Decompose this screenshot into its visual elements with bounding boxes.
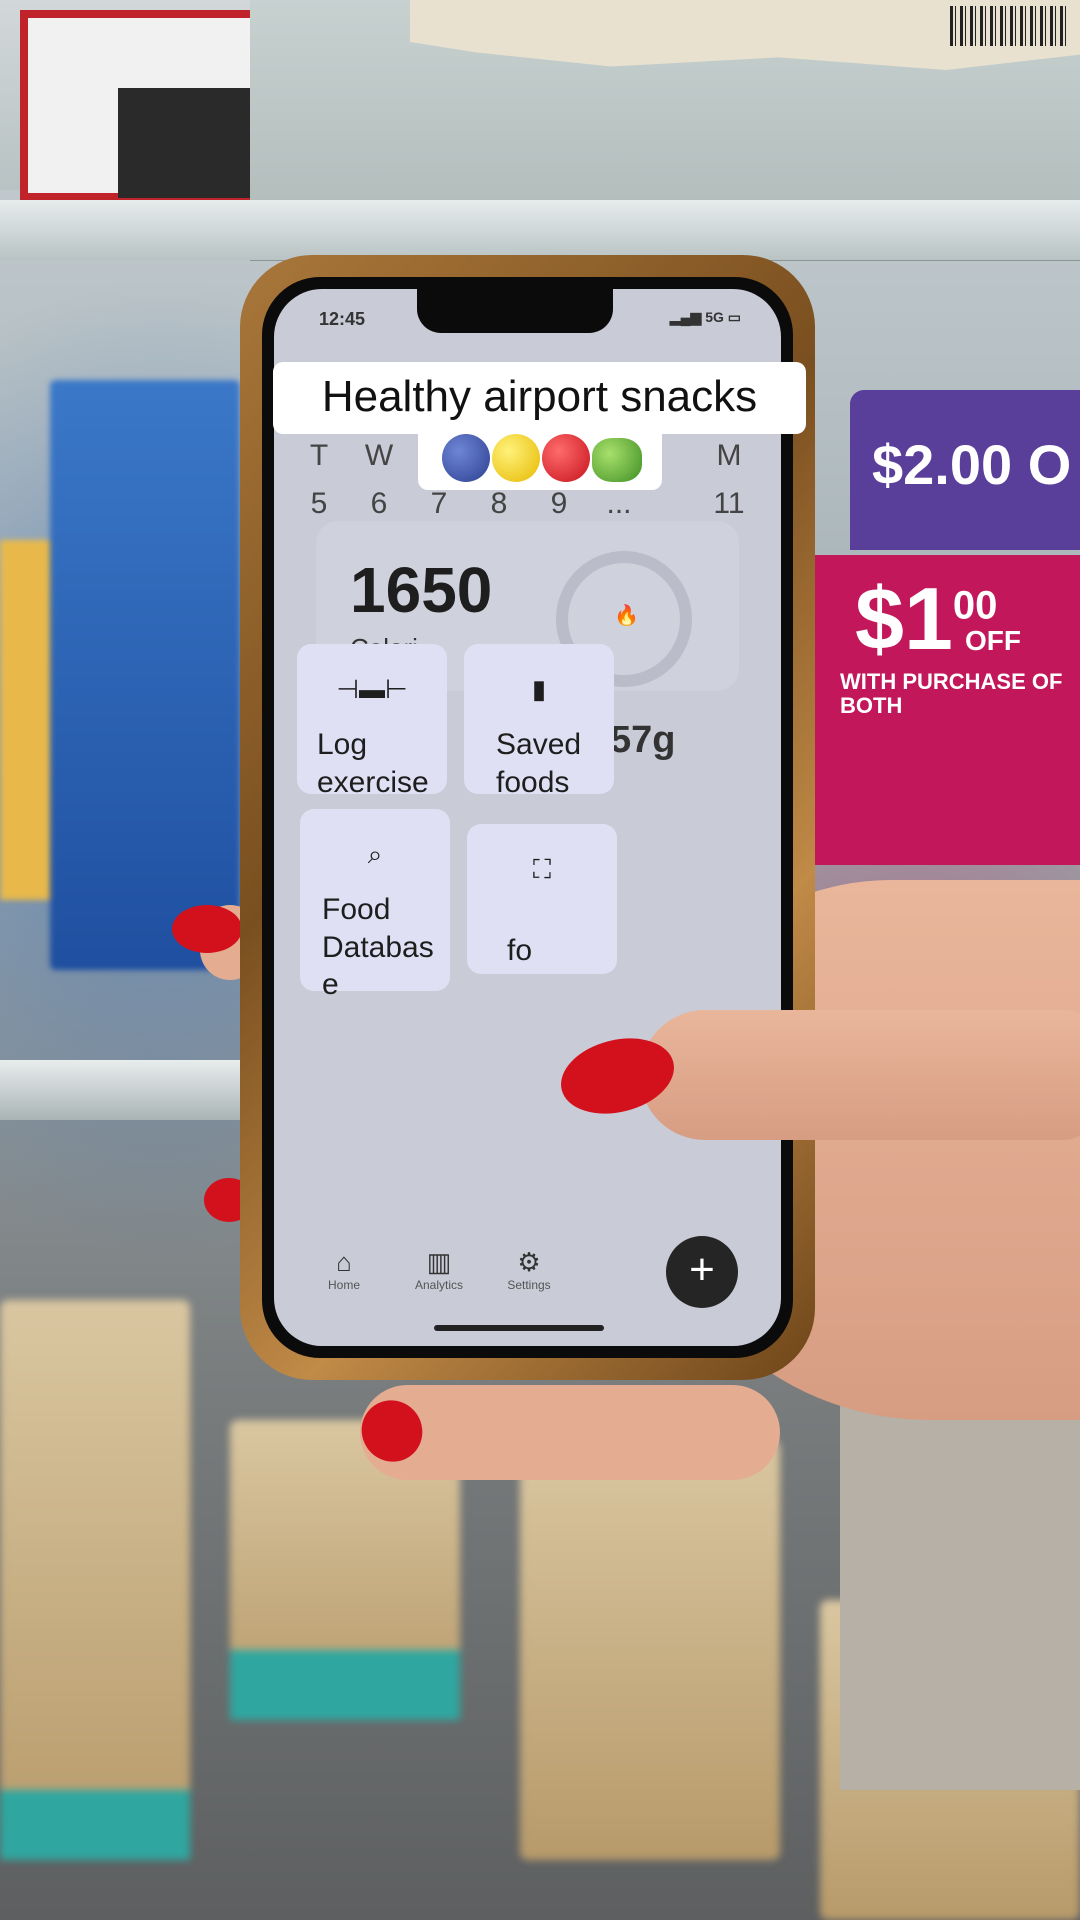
scan-food-label: fo: [507, 934, 533, 967]
gear-icon: ⚙: [517, 1247, 541, 1277]
caption-box: Healthy airport snacks: [273, 362, 806, 434]
food-database-label: Food Databas e: [322, 893, 434, 1001]
price-sign-red-off: OFF: [965, 625, 1021, 656]
snack-box-band: [230, 1650, 460, 1720]
date-6[interactable]: 6: [354, 487, 404, 521]
nail: [172, 905, 242, 953]
chart-icon: ▥: [426, 1247, 452, 1277]
scan-icon: ⛶: [532, 854, 552, 884]
status-network: ▂▄▆ 5G ▭: [670, 309, 741, 326]
caption-title: Healthy airport snacks: [321, 372, 758, 421]
thumb: [640, 1010, 1080, 1140]
dumbbell-icon: ⊣▬⊢: [336, 674, 408, 704]
signal-icon: ▂▄▆: [669, 309, 706, 325]
date-11[interactable]: 11: [704, 487, 754, 521]
blueberries-emoji: [442, 434, 490, 482]
jack-link-label: [118, 88, 268, 198]
status-time: 12:45: [319, 309, 366, 329]
weekday-label: T: [309, 439, 329, 472]
phone-notch: [417, 289, 613, 333]
shelf-box-left: [0, 0, 268, 201]
date-8[interactable]: 8: [474, 487, 524, 521]
tab-settings-label: Settings: [507, 1278, 551, 1292]
finger-bottom: [360, 1385, 780, 1480]
cucumber-emoji: [592, 438, 642, 482]
shelf-edge-top: [0, 200, 1080, 260]
tab-home[interactable]: ⌂ Home: [299, 1247, 389, 1292]
date-7[interactable]: 7: [414, 487, 464, 521]
barcode-image: [950, 6, 1070, 46]
fat-value: 57g: [610, 719, 676, 761]
weekday-label: W: [364, 439, 394, 472]
snack-box: [0, 1300, 190, 1860]
snack-package-blue: [50, 380, 240, 970]
caption-emoji-row: [418, 428, 662, 490]
date-5[interactable]: 5: [294, 487, 344, 521]
search-icon: ⌕: [367, 839, 383, 869]
price-sign-purple: $2.00 O: [850, 390, 1080, 550]
date-10[interactable]: ...: [594, 487, 644, 521]
home-indicator[interactable]: [434, 1325, 604, 1331]
saved-foods-button[interactable]: ▮ Saved foods: [464, 644, 614, 799]
tab-analytics[interactable]: ▥ Analytics: [394, 1247, 484, 1292]
tab-analytics-label: Analytics: [414, 1278, 464, 1292]
date-9[interactable]: 9: [534, 487, 584, 521]
flame-icon: 🔥: [614, 605, 639, 627]
food-database-button[interactable]: ⌕ Food Databas e: [300, 809, 450, 1001]
scan-food-button[interactable]: ⛶ fo: [467, 824, 617, 974]
price-cents: 00: [952, 583, 998, 628]
add-button[interactable]: +: [666, 1236, 738, 1308]
tab-settings[interactable]: ⚙ Settings: [484, 1247, 574, 1292]
price-sign-red-sub: WITH PURCHASE OF BOTH: [840, 669, 1063, 719]
weekday-label: M: [716, 439, 742, 472]
saved-foods-label: Saved foods: [496, 728, 582, 799]
calorie-value: 1650: [350, 554, 493, 626]
price-sign-purple-text: $2.00 O: [872, 433, 1072, 496]
strawberry-emoji: [542, 434, 590, 482]
log-exercise-label: Log exercise: [317, 728, 429, 799]
tab-home-label: Home: [327, 1278, 360, 1292]
camera-scene: $2.00 O $100 OFF WITH PURCHASE OF BOTH 1…: [0, 0, 1080, 1920]
price-sign-red: $100 OFF WITH PURCHASE OF BOTH: [815, 555, 1080, 865]
snack-box-band: [0, 1790, 190, 1860]
battery-icon: ▭: [723, 309, 741, 325]
home-icon: ⌂: [336, 1247, 352, 1277]
network-label: 5G: [705, 309, 724, 325]
jack-link-package: [20, 10, 268, 201]
lemon-emoji: [492, 434, 540, 482]
bookmark-icon: ▮: [531, 674, 547, 704]
snack-box: [520, 1440, 780, 1860]
price-dollars: $1: [855, 569, 953, 668]
log-exercise-button[interactable]: ⊣▬⊢ Log exercise: [297, 644, 447, 799]
